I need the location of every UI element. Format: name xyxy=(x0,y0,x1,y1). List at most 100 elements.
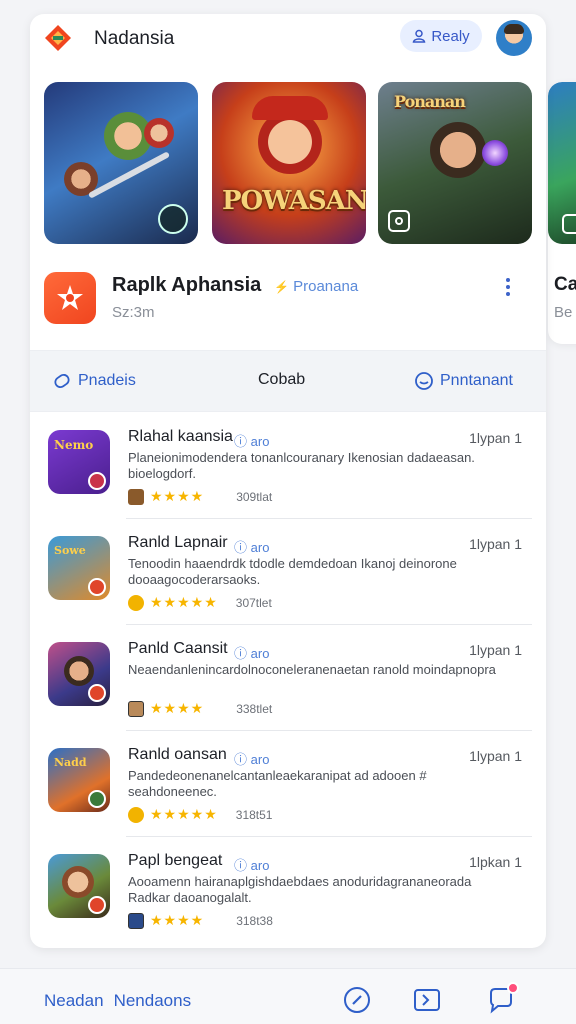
icon-art: Nadd xyxy=(54,756,87,769)
list-item-title: Ranld Lapnair xyxy=(128,534,228,551)
tab-pnntanant[interactable]: Pnntanant xyxy=(414,371,513,391)
list-item[interactable]: Nemo Rlahal kaansia ⓘ aro 1lypan 1 Plane… xyxy=(30,412,546,518)
bottom-bar: Neadan Nendaons xyxy=(0,968,576,1024)
info-icon: ⓘ xyxy=(234,752,248,767)
featured-app-tag[interactable]: ⚡ Proanana xyxy=(274,278,358,295)
list-item[interactable]: Sowe Ranld Lapnair ⓘ aro 1lypan 1 Tenood… xyxy=(30,518,546,624)
ready-button[interactable]: Realy xyxy=(400,20,482,52)
list-item-title: Ranld oansan xyxy=(128,746,227,763)
list-item-time: 1lypan 1 xyxy=(469,430,522,446)
list-item-time: 1lypan 1 xyxy=(469,642,522,658)
avatar[interactable] xyxy=(496,20,532,56)
list-item-description: Neaendanlenincardolnoconeleranenaetan ra… xyxy=(128,662,496,677)
bottom-link-b[interactable]: Nendaons xyxy=(114,991,192,1011)
chat-icon xyxy=(415,372,433,390)
featured-app-title: Raplk Aphansia xyxy=(112,274,262,296)
divider xyxy=(126,624,532,625)
bottom-link-a[interactable]: Neadan xyxy=(44,991,104,1011)
featured-app-tag-label: Proanana xyxy=(293,278,359,295)
icon-art: Sowe xyxy=(54,544,86,557)
list-item-tag[interactable]: ⓘ aro xyxy=(234,431,269,450)
featured-app[interactable]: Raplk Aphansia ⚡ Proanana Sz:3m xyxy=(30,260,546,350)
list-item-tag[interactable]: ⓘ aro xyxy=(234,643,269,662)
helmet-shape xyxy=(252,96,328,120)
game-title-art: POWASAN xyxy=(222,186,366,216)
apps-icon[interactable] xyxy=(412,985,442,1015)
rating-count: 318t38 xyxy=(236,913,273,928)
list-item-icon: Nemo xyxy=(48,430,110,494)
tab-label: Pnntanant xyxy=(440,372,513,389)
rating-stars: ★★★★★ xyxy=(150,806,218,822)
mini-app-icon xyxy=(128,700,144,717)
badge-icon xyxy=(88,896,106,914)
list-item-tag-label: aro xyxy=(250,540,270,555)
list-item-meta: ★★★★ 338tlet xyxy=(128,700,272,717)
character-figure xyxy=(64,656,94,686)
star-burst-icon xyxy=(57,285,83,310)
list-item-tag-label: aro xyxy=(250,646,270,661)
mini-app-icon xyxy=(128,488,144,505)
carousel-item[interactable] xyxy=(44,82,198,244)
tab-label: Pnadeis xyxy=(78,372,136,389)
list-item-meta: ★★★★★ 318t51 xyxy=(128,806,272,823)
info-icon: ⓘ xyxy=(234,646,248,661)
badge-icon xyxy=(88,578,106,596)
list-item-time: 1lypan 1 xyxy=(469,748,522,764)
badge-icon xyxy=(88,684,106,702)
rating-count: 307tlet xyxy=(235,595,272,610)
list-item[interactable]: Papl bengeat ⓘ aro 1lpkan 1 Aooamenn hai… xyxy=(30,836,546,942)
next-card-peek[interactable]: Ca Be xyxy=(548,82,576,344)
magic-orb xyxy=(482,140,508,166)
carousel-item[interactable]: POWASAN xyxy=(212,82,366,244)
list-item-description: Aooamenn hairanaplgishdaebdaes anodurida… xyxy=(128,874,472,905)
tab-pnadeis[interactable]: Pnadeis xyxy=(52,371,136,391)
icon-art: Nemo xyxy=(54,438,94,452)
more-options-icon[interactable] xyxy=(498,274,518,300)
rating-stars: ★★★★ xyxy=(150,912,205,928)
list-item-description: Pandedeonenanelcantanleaekaranipat ad ad… xyxy=(128,768,427,799)
user-icon xyxy=(412,29,426,43)
list-item[interactable]: Nadd Ranld oansan ⓘ aro 1lypan 1 Pandede… xyxy=(30,730,546,836)
list-item-icon xyxy=(48,854,110,918)
list-item-description: Planeionimodendera tonanlcouranary Ikeno… xyxy=(128,450,475,481)
list-item-tag[interactable]: ⓘ aro xyxy=(234,749,269,768)
info-icon: ⓘ xyxy=(234,858,248,873)
list-item-tag[interactable]: ⓘ aro xyxy=(234,537,269,556)
rating-stars: ★★★★ xyxy=(150,700,205,716)
divider xyxy=(126,836,532,837)
rating-stars: ★★★★★ xyxy=(150,594,218,610)
app-logo-icon[interactable] xyxy=(44,24,72,52)
list-item-icon xyxy=(48,642,110,706)
bolt-icon: ⚡ xyxy=(274,280,289,294)
shield-icon[interactable] xyxy=(158,204,188,234)
peek-thumbnail xyxy=(548,82,576,244)
notification-dot xyxy=(507,982,519,994)
list-item-tag-label: aro xyxy=(250,752,270,767)
peek-subtitle: Be xyxy=(554,304,573,321)
header: Nadansia Realy xyxy=(30,14,546,76)
info-icon: ⓘ xyxy=(234,540,248,555)
tab-label: Cobab xyxy=(258,371,306,388)
list-item-tag-label: aro xyxy=(250,858,270,873)
badge-icon xyxy=(88,472,106,490)
camera-icon[interactable] xyxy=(388,210,410,232)
list-item-meta: ★★★★ 309tlat xyxy=(128,488,272,505)
tab-cobab[interactable]: Cobab xyxy=(258,371,305,389)
camera-icon xyxy=(562,214,576,234)
list-item-meta: ★★★★★ 307tlet xyxy=(128,594,272,611)
compass-icon[interactable] xyxy=(342,985,372,1015)
divider xyxy=(126,518,532,519)
list-item[interactable]: Panld Caansit ⓘ aro 1lypan 1 Neaendanlen… xyxy=(30,624,546,730)
featured-app-icon xyxy=(44,272,96,324)
carousel-item[interactable]: Ponanan xyxy=(378,82,532,244)
info-icon: ⓘ xyxy=(234,434,248,449)
list-item-time: 1lpkan 1 xyxy=(469,854,522,870)
media-carousel[interactable]: POWASAN Ponanan xyxy=(44,82,546,246)
notifications-button[interactable] xyxy=(486,982,519,1015)
list-item-time: 1lypan 1 xyxy=(469,536,522,552)
list-item-description: Tenoodin haaendrdk tdodle demdedoan Ikan… xyxy=(128,556,457,587)
character-figure xyxy=(144,118,174,148)
bottom-links: Neadan Nendaons xyxy=(44,991,191,1011)
list-item-tag[interactable]: ⓘ aro xyxy=(234,855,269,874)
rating-stars: ★★★★ xyxy=(150,488,205,504)
